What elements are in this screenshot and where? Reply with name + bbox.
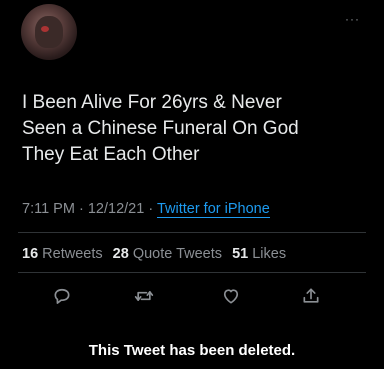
reply-icon[interactable] bbox=[49, 283, 75, 309]
quotes-label: Quote Tweets bbox=[132, 246, 223, 262]
divider bbox=[18, 232, 366, 233]
avatar[interactable] bbox=[21, 4, 77, 60]
deleted-notice: This Tweet has been deleted. bbox=[88, 342, 296, 359]
tweet-actions bbox=[0, 283, 384, 309]
tweet-stats: 16 Retweets 28 Quote Tweets 51 Likes bbox=[22, 246, 286, 262]
tweet-text-line: Seen a Chinese Funeral On God bbox=[22, 118, 299, 139]
retweets-count: 16 bbox=[22, 246, 39, 262]
retweets-label: Retweets bbox=[42, 246, 103, 262]
like-icon[interactable] bbox=[218, 283, 244, 309]
likes-label: Likes bbox=[252, 246, 287, 262]
tweet-time: 7:11 PM bbox=[22, 201, 75, 217]
meta-separator: · bbox=[148, 201, 154, 217]
retweets-stat[interactable]: 16 Retweets bbox=[22, 246, 103, 262]
share-icon[interactable] bbox=[298, 283, 324, 309]
avatar-face bbox=[35, 16, 63, 48]
tweet-source-link[interactable]: Twitter for iPhone bbox=[156, 201, 270, 218]
tweet-text-line: They Eat Each Other bbox=[22, 144, 200, 165]
tweet-date: 12/12/21 bbox=[87, 201, 145, 217]
retweet-icon[interactable] bbox=[131, 283, 157, 309]
tweet-text-line: I Been Alive For 26yrs & Never bbox=[22, 92, 282, 113]
quotes-count: 28 bbox=[112, 246, 129, 262]
likes-stat[interactable]: 51 Likes bbox=[232, 246, 286, 262]
more-options-icon[interactable]: ··· bbox=[345, 13, 360, 25]
tweet-meta: 7:11 PM · 12/12/21 · Twitter for iPhone bbox=[22, 201, 270, 218]
likes-count: 51 bbox=[232, 246, 249, 262]
divider bbox=[18, 272, 366, 273]
avatar-detail bbox=[41, 26, 49, 32]
tweet-text: I Been Alive For 26yrs & Never Seen a Ch… bbox=[22, 90, 372, 168]
quote-tweets-stat[interactable]: 28 Quote Tweets bbox=[113, 246, 222, 262]
meta-separator: · bbox=[78, 201, 84, 217]
tweet: ··· I Been Alive For 26yrs & Never Seen … bbox=[0, 0, 384, 369]
